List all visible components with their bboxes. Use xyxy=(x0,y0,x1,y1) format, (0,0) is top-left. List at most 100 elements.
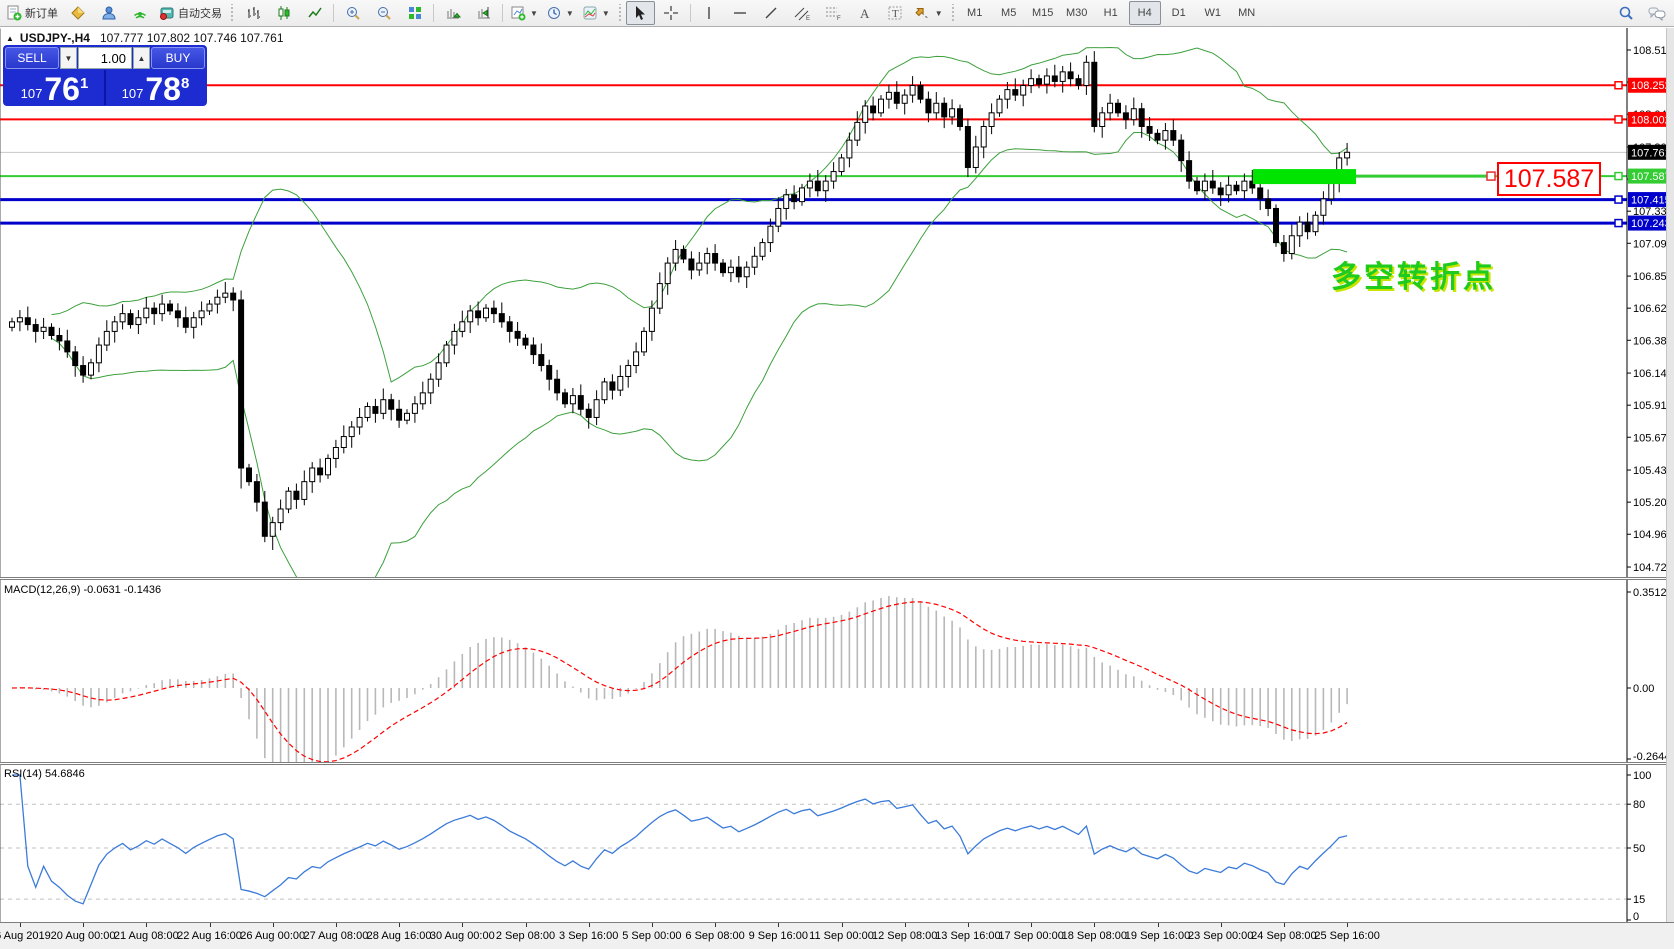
autotrading-button[interactable]: 自动交易 xyxy=(156,1,225,25)
auto-scroll-button[interactable] xyxy=(438,1,467,25)
tile-windows-button[interactable] xyxy=(400,1,429,25)
timeframe-h4-button[interactable]: H4 xyxy=(1128,1,1161,25)
sell-price-prefix: 107 xyxy=(20,86,43,101)
ohlc-close: 107.761 xyxy=(240,31,284,45)
trendline-button[interactable] xyxy=(757,1,786,25)
rsi-panel[interactable]: 100 80 50 15 0 xyxy=(0,765,1674,922)
gold-diamond-icon xyxy=(70,6,85,20)
svg-text:50: 50 xyxy=(1633,843,1645,855)
time-label: 30 Aug 00:00 xyxy=(429,930,495,942)
svg-text:E: E xyxy=(806,16,810,21)
chat-button[interactable] xyxy=(1642,1,1671,25)
chevron-down-icon: ▼ xyxy=(565,8,574,18)
time-label: 2 Sep 08:00 xyxy=(495,930,556,942)
time-label: 26 Aug 00:00 xyxy=(240,930,306,942)
crosshair-button[interactable] xyxy=(657,1,686,25)
time-label: 13 Sep 16:00 xyxy=(935,930,1001,942)
arrows-icon xyxy=(915,7,928,18)
candlestick-button[interactable] xyxy=(269,1,298,25)
sell-price-big: 76 xyxy=(44,71,80,107)
buy-price[interactable]: 107 78 8 xyxy=(106,70,205,105)
zoom-in-button[interactable] xyxy=(338,1,367,25)
price-callout-box[interactable]: 107.587 xyxy=(1497,162,1601,196)
crosshair-icon xyxy=(664,6,679,20)
macd-main-value: -0.0631 xyxy=(83,584,121,596)
turning-point-note[interactable]: 多空转折点 xyxy=(1331,252,1496,296)
signals-button[interactable] xyxy=(125,1,154,25)
new-chart-button[interactable]: ▼ xyxy=(507,1,541,25)
periods-button[interactable]: ▼ xyxy=(543,1,577,25)
svg-text:107.761: 107.761 xyxy=(1631,147,1671,159)
line-chart-button[interactable] xyxy=(300,1,329,25)
timeframe-d1-button[interactable]: D1 xyxy=(1163,1,1195,25)
sell-price[interactable]: 107 76 1 xyxy=(5,70,104,105)
volume-decrease-button[interactable]: ▼ xyxy=(60,47,77,69)
time-tick xyxy=(1220,923,1222,927)
chat-icon xyxy=(1648,7,1665,21)
svg-text:0.00: 0.00 xyxy=(1633,683,1654,695)
svg-text:0.3512: 0.3512 xyxy=(1633,587,1667,599)
arrows-button[interactable]: ▼ xyxy=(912,1,946,25)
svg-text:108.252: 108.252 xyxy=(1631,80,1671,92)
volume-input[interactable]: 1.00 xyxy=(78,47,132,69)
text-button[interactable]: A xyxy=(850,1,879,25)
timeframe-m15-button[interactable]: M15 xyxy=(1027,1,1059,25)
main-chart[interactable]: 108.510108.275108.040107.800107.565107.3… xyxy=(0,28,1674,577)
chart-shift-icon xyxy=(477,7,490,19)
time-label: 27 Aug 08:00 xyxy=(303,930,369,942)
chart-shift-button[interactable] xyxy=(469,1,498,25)
svg-text:15: 15 xyxy=(1633,894,1645,906)
svg-text:A: A xyxy=(860,6,870,21)
new-order-button[interactable]: 新订单 xyxy=(3,1,61,25)
svg-text:107.415: 107.415 xyxy=(1631,195,1671,207)
bar-chart-icon xyxy=(247,7,260,19)
timeframe-group: M1 M5 M15 M30 H1 H4 D1 W1 MN xyxy=(958,1,1264,25)
time-label: 21 Aug 08:00 xyxy=(113,930,179,942)
buy-price-big: 78 xyxy=(145,71,181,107)
macd-panel[interactable]: 0.3512 0.00 -0.2644 xyxy=(0,580,1674,762)
market-watch-button[interactable] xyxy=(94,1,123,25)
sell-button[interactable]: SELL xyxy=(5,47,59,69)
buy-button[interactable]: BUY xyxy=(151,47,205,69)
volume-increase-button[interactable]: ▲ xyxy=(133,47,150,69)
chart-header: ▲ USDJPY-,H4 107.777 107.802 107.746 107.7… xyxy=(6,31,284,45)
timeframe-m5-button[interactable]: M5 xyxy=(993,1,1025,25)
collapse-icon[interactable]: ▲ xyxy=(6,34,14,43)
periods-clock-icon xyxy=(547,7,560,19)
svg-text:107.243: 107.243 xyxy=(1631,218,1671,230)
cursor-icon xyxy=(636,6,646,20)
timeframe-h1-button[interactable]: H1 xyxy=(1095,1,1127,25)
channel-button[interactable]: E xyxy=(788,1,817,25)
timeframe-mn-button[interactable]: MN xyxy=(1231,1,1263,25)
ohlc-high: 107.802 xyxy=(146,31,191,45)
time-label: 19 Sep 16:00 xyxy=(1124,930,1191,942)
zoom-out-button[interactable] xyxy=(369,1,398,25)
time-axis[interactable]: 16 Aug 201920 Aug 00:0021 Aug 08:0022 Au… xyxy=(0,922,1674,949)
indicators-button[interactable]: ▼ xyxy=(579,1,613,25)
timeframe-m30-button[interactable]: M30 xyxy=(1061,1,1093,25)
time-tick xyxy=(525,923,527,927)
gold-diamond-button[interactable] xyxy=(63,1,92,25)
buy-price-pip: 8 xyxy=(180,75,190,92)
timeframe-m1-button[interactable]: M1 xyxy=(959,1,991,25)
time-tick xyxy=(1157,923,1159,927)
svg-text:T: T xyxy=(892,8,899,20)
toolbar: 新订单 自动交易 ▼ ▼ ▼ E F A T ▼ M1 M5 M15 M30 H… xyxy=(0,0,1674,27)
timeframe-w1-button[interactable]: W1 xyxy=(1197,1,1229,25)
svg-text:108.002: 108.002 xyxy=(1631,114,1671,126)
time-tick xyxy=(841,923,843,927)
new-chart-icon xyxy=(511,6,526,21)
vertical-line-button[interactable] xyxy=(695,1,724,25)
macd-signal-value: -0.1436 xyxy=(123,584,162,596)
horizontal-line-button[interactable] xyxy=(726,1,755,25)
text-label-button[interactable]: T xyxy=(881,1,910,25)
time-label: 24 Sep 08:00 xyxy=(1251,930,1317,942)
svg-text:80: 80 xyxy=(1633,799,1645,811)
bar-chart-button[interactable] xyxy=(238,1,267,25)
time-label: 9 Sep 16:00 xyxy=(748,930,808,942)
search-button[interactable] xyxy=(1611,1,1640,25)
cursor-button[interactable] xyxy=(625,1,655,25)
time-label: 11 Sep 00:00 xyxy=(809,930,874,942)
time-tick xyxy=(272,923,274,927)
fibonacci-button[interactable]: F xyxy=(819,1,848,25)
